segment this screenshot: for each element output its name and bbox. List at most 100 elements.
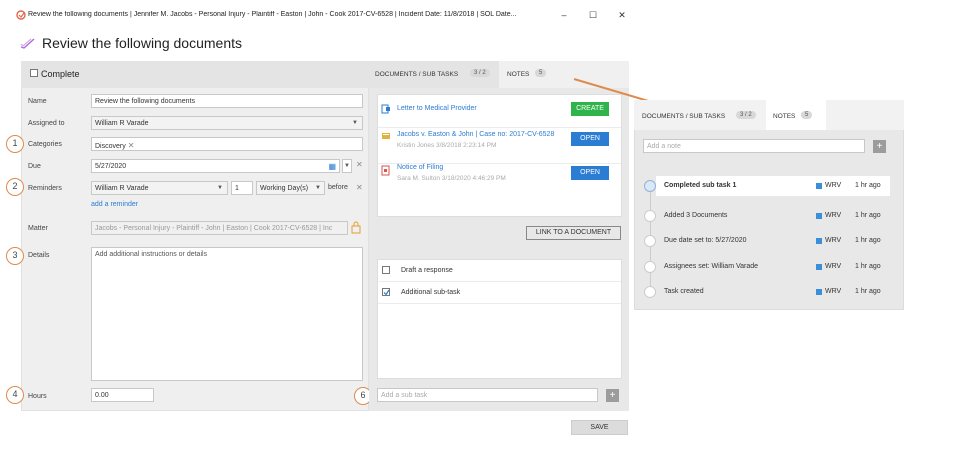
document-meta: Sara M. Sulton 3/18/2020 4:46:29 PM bbox=[397, 175, 506, 182]
reminders-label: Reminders bbox=[28, 185, 62, 192]
timeline-dot-icon bbox=[644, 235, 656, 247]
note-time: 1 hr ago bbox=[855, 212, 881, 219]
timeline-dot-icon bbox=[644, 261, 656, 273]
list-item[interactable]: Additional sub-task bbox=[378, 282, 621, 304]
add-reminder-link[interactable]: add a reminder bbox=[91, 201, 138, 208]
subtask-checkbox[interactable] bbox=[382, 266, 390, 274]
matter-label: Matter bbox=[28, 225, 48, 232]
due-dropdown-button[interactable]: ▼ bbox=[342, 159, 352, 173]
chevron-down-icon: ▼ bbox=[315, 185, 321, 191]
document-title[interactable]: Letter to Medical Provider bbox=[397, 105, 477, 112]
subtask-checkbox-checked[interactable] bbox=[382, 288, 390, 296]
callout-3: 3 bbox=[6, 247, 24, 265]
add-subtask-button[interactable]: + bbox=[606, 389, 619, 402]
note-text: Task created bbox=[664, 288, 704, 295]
lock-icon bbox=[351, 221, 361, 234]
assigned-select[interactable]: William R Varade ▼ bbox=[91, 116, 363, 130]
matter-field[interactable]: Jacobs - Personal Injury - Plaintiff - J… bbox=[91, 221, 348, 235]
window-title: Review the following documents | Jennife… bbox=[28, 11, 517, 18]
details-textarea[interactable]: Add additional instructions or details bbox=[91, 247, 363, 381]
reminder-unit-select[interactable]: Working Day(s) ▼ bbox=[256, 181, 325, 195]
document-title[interactable]: Jacobs v. Easton & John | Case no: 2017-… bbox=[397, 131, 554, 138]
open-document-button[interactable]: OPEN bbox=[571, 166, 609, 180]
reminder-quantity-field[interactable]: 1 bbox=[231, 181, 253, 195]
tab-documents-subtasks[interactable]: DOCUMENTS / SUB TASKS 3 / 2 bbox=[369, 61, 499, 88]
minimize-button[interactable]: – bbox=[557, 8, 571, 22]
user-color-icon bbox=[816, 213, 822, 219]
subtask-label: Draft a response bbox=[401, 267, 453, 274]
timeline-dot-icon bbox=[644, 286, 656, 298]
add-subtask-input[interactable]: Add a sub task bbox=[377, 388, 598, 402]
note-user: WRV bbox=[825, 288, 842, 295]
tab-documents-label: DOCUMENTS / SUB TASKS bbox=[642, 113, 726, 120]
remove-reminder-icon[interactable]: ✕ bbox=[356, 183, 363, 192]
note-entry[interactable]: Due date set to: 5/27/2020 WRV 1 hr ago bbox=[656, 232, 890, 250]
calendar-icon[interactable]: ▦ bbox=[328, 162, 336, 171]
hours-field[interactable]: 0.00 bbox=[91, 388, 154, 402]
add-note-input[interactable]: Add a note bbox=[643, 139, 865, 153]
note-user: WRV bbox=[825, 182, 842, 189]
callout-4: 4 bbox=[6, 386, 24, 404]
note-text: Assignees set: William Varade bbox=[664, 263, 759, 270]
window-titlebar: Review the following documents | Jennife… bbox=[0, 0, 957, 30]
note-user: WRV bbox=[825, 212, 842, 219]
chevron-down-icon: ▼ bbox=[217, 185, 223, 191]
name-field[interactable]: Review the following documents bbox=[91, 94, 363, 108]
hours-label: Hours bbox=[28, 393, 47, 400]
note-time: 1 hr ago bbox=[855, 288, 881, 295]
tab-notes[interactable]: NOTES 5 bbox=[500, 61, 552, 88]
task-pencil-icon bbox=[20, 38, 35, 49]
note-text: Added 3 Documents bbox=[664, 212, 728, 219]
complete-label: Complete bbox=[41, 69, 80, 79]
note-text: Completed sub task 1 bbox=[664, 182, 737, 189]
tab-notes[interactable]: NOTES 5 bbox=[766, 100, 826, 130]
timeline-dot-icon bbox=[644, 210, 656, 222]
tab-documents-count: 3 / 2 bbox=[470, 69, 490, 77]
due-date-field[interactable]: 5/27/2020 ▦ bbox=[91, 159, 340, 173]
name-label: Name bbox=[28, 98, 47, 105]
reminder-when-label: before bbox=[328, 184, 348, 191]
note-entry[interactable]: Assignees set: William Varade WRV 1 hr a… bbox=[656, 258, 890, 276]
chevron-down-icon: ▼ bbox=[344, 163, 350, 169]
reminder-user-value: William R Varade bbox=[95, 185, 149, 192]
list-item[interactable]: Notice of Filing Sara M. Sulton 3/18/202… bbox=[378, 164, 621, 198]
complete-checkbox[interactable] bbox=[30, 69, 38, 77]
document-title[interactable]: Notice of Filing bbox=[397, 164, 443, 171]
tab-notes-count: 5 bbox=[801, 111, 813, 119]
note-user: WRV bbox=[825, 237, 842, 244]
clear-due-icon[interactable]: ✕ bbox=[356, 160, 363, 169]
edit-pencil-icon bbox=[644, 180, 656, 192]
details-label: Details bbox=[28, 252, 50, 259]
note-entry[interactable]: Task created WRV 1 hr ago bbox=[656, 283, 890, 301]
category-tag: Discovery bbox=[95, 143, 126, 150]
callout-2: 2 bbox=[6, 178, 24, 196]
pdf-icon bbox=[381, 165, 390, 176]
subtasks-list: Draft a response Additional sub-task bbox=[377, 259, 622, 379]
list-item[interactable]: Draft a response bbox=[378, 260, 621, 282]
note-time: 1 hr ago bbox=[855, 182, 881, 189]
save-button[interactable]: SAVE bbox=[571, 420, 628, 435]
due-label: Due bbox=[28, 163, 41, 170]
page-title: Review the following documents bbox=[42, 35, 242, 51]
add-note-button[interactable]: + bbox=[873, 140, 886, 153]
remove-tag-icon[interactable]: ✕ bbox=[128, 141, 135, 150]
tab-notes-count: 5 bbox=[535, 69, 547, 77]
user-color-icon bbox=[816, 238, 822, 244]
document-meta: Kristin Jones 3/8/2018 2:23:14 PM bbox=[397, 142, 497, 149]
due-date-value: 5/27/2020 bbox=[95, 163, 127, 170]
tab-documents-label: DOCUMENTS / SUB TASKS bbox=[375, 71, 459, 78]
chevron-down-icon: ▼ bbox=[352, 120, 358, 126]
categories-field[interactable]: Discovery ✕ bbox=[91, 137, 363, 151]
note-time: 1 hr ago bbox=[855, 263, 881, 270]
note-entry[interactable]: Completed sub task 1 WRV 1 hr ago bbox=[656, 176, 890, 196]
note-entry[interactable]: Added 3 Documents WRV 1 hr ago bbox=[656, 207, 890, 225]
note-time: 1 hr ago bbox=[855, 237, 881, 244]
note-text: Due date set to: 5/27/2020 bbox=[664, 237, 747, 244]
tab-documents-subtasks[interactable]: DOCUMENTS / SUB TASKS 3 / 2 bbox=[640, 100, 764, 130]
reminder-user-select[interactable]: William R Varade ▼ bbox=[91, 181, 228, 195]
subtask-label: Additional sub-task bbox=[401, 289, 461, 296]
link-to-document-button[interactable]: LINK TO A DOCUMENT bbox=[526, 226, 621, 240]
close-button[interactable]: ✕ bbox=[615, 8, 629, 22]
app-logo-icon bbox=[16, 10, 26, 20]
maximize-button[interactable]: ☐ bbox=[586, 8, 600, 22]
